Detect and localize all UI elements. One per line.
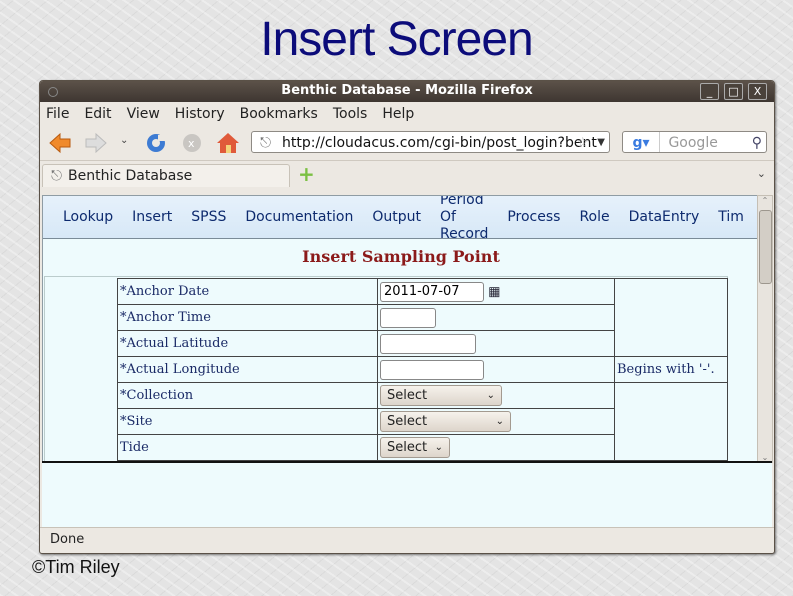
field-label: *Site [117,408,378,435]
menu-help[interactable]: Help [382,106,414,122]
scroll-up-icon[interactable]: ⌃ [758,196,772,205]
actual-latitude-input[interactable] [380,333,476,354]
nav-lookup[interactable]: Lookup [63,209,113,225]
field-label: Tide [117,434,378,461]
nav-role[interactable]: Role [579,209,609,225]
search-icon[interactable]: ⚲ [752,132,762,154]
anchor-time-input[interactable] [380,307,436,328]
scrollbar-thumb[interactable] [759,210,772,284]
tide-select[interactable]: Select ⌄ [380,437,450,458]
status-bar: Done [40,527,774,553]
sampling-point-form: *Anchor Date ▦ *Anchor Time *Actual Lati… [117,278,728,461]
copyright-credit: ©Tim Riley [32,557,120,577]
collection-select[interactable]: Select ⌄ [380,385,502,406]
field-label: *Actual Longitude [117,356,378,383]
search-bar[interactable]: g▾ Google ⚲ [622,131,767,153]
field-label: *Anchor Time [117,304,378,331]
page-content: Lookup Insert SPSS Documentation Output … [42,195,760,463]
maximize-button[interactable]: □ [724,83,743,100]
home-icon[interactable] [216,132,240,154]
nav-dataentry[interactable]: DataEntry [629,209,700,225]
tab-list-icon[interactable]: ⌄ [757,167,766,180]
menu-tools[interactable]: Tools [333,106,368,122]
nav-tim[interactable]: Tim [718,209,744,225]
status-text: Done [50,532,85,547]
chevron-down-icon: ⌄ [495,416,504,427]
nav-process[interactable]: Process [507,209,560,225]
nav-documentation[interactable]: Documentation [245,209,353,225]
search-engine-icon[interactable]: g▾ [623,132,660,152]
back-icon[interactable] [48,132,72,154]
field-label: *Actual Latitude [117,330,378,357]
bookmark-star-icon[interactable]: ☆ [576,132,589,154]
site-select[interactable]: Select ⌄ [380,411,511,432]
chevron-down-icon: ⌄ [486,390,495,401]
search-placeholder: Google [668,135,718,151]
browser-window: Benthic Database - Mozilla Firefox _ □ X… [39,80,775,554]
form-row: *Actual Longitude Begins with '-'. [117,356,728,383]
menu-bar: File Edit View History Bookmarks Tools H… [40,102,774,126]
site-icon: ⎋ [260,135,272,151]
field-label: *Collection [117,382,378,409]
tab-label: Benthic Database [68,168,193,184]
new-tab-icon[interactable]: + [298,162,315,186]
url-text: http://cloudacus.com/cgi-bin/post_login?… [282,135,597,151]
vertical-scrollbar[interactable]: ⌃ ⌄ [757,195,773,463]
title-bar: Benthic Database - Mozilla Firefox _ □ X [40,81,774,102]
anchor-date-input[interactable] [380,281,484,302]
menu-file[interactable]: File [46,106,69,122]
url-bar[interactable]: ⎋ http://cloudacus.com/cgi-bin/post_logi… [251,131,610,153]
menu-bookmarks[interactable]: Bookmarks [240,106,318,122]
nav-output[interactable]: Output [372,209,421,225]
history-dropdown-icon[interactable]: ⌄ [120,135,128,146]
menu-history[interactable]: History [175,106,225,122]
stop-icon[interactable]: x [180,132,204,154]
forward-icon[interactable] [84,132,108,154]
field-label: *Anchor Date [117,278,378,305]
nav-period-of-record[interactable]: Period Of Record [440,196,488,243]
tab-benthic-database[interactable]: ⎋ Benthic Database [42,164,290,187]
form-row: *Anchor Date ▦ [117,278,728,357]
lower-frame [42,461,772,528]
chevron-down-icon: ⌄ [434,442,443,453]
url-dropdown-icon[interactable]: ▼ [597,132,605,154]
tab-favicon-icon: ⎋ [51,168,63,184]
nav-insert[interactable]: Insert [132,209,172,225]
window-title: Benthic Database - Mozilla Firefox [281,83,533,98]
tab-bar: ⎋ Benthic Database + ⌄ [40,160,774,187]
close-button[interactable]: X [748,83,767,100]
reload-icon[interactable] [144,132,168,154]
svg-text:x: x [188,137,195,150]
form-row: *Collection Select ⌄ [117,382,728,461]
form-heading: Insert Sampling Point [302,247,500,266]
site-nav: Lookup Insert SPSS Documentation Output … [43,196,759,242]
minimize-button[interactable]: _ [700,83,719,100]
longitude-hint: Begins with '-'. [614,356,728,383]
navigation-toolbar: ⌄ x ⎋ http://cloudacus.com/cgi-bin/post_… [40,126,774,160]
calendar-icon[interactable]: ▦ [488,284,500,299]
slide-title: Insert Screen [260,13,533,66]
menu-view[interactable]: View [127,106,160,122]
actual-longitude-input[interactable] [380,359,484,380]
menu-edit[interactable]: Edit [84,106,111,122]
nav-spss[interactable]: SPSS [191,209,226,225]
